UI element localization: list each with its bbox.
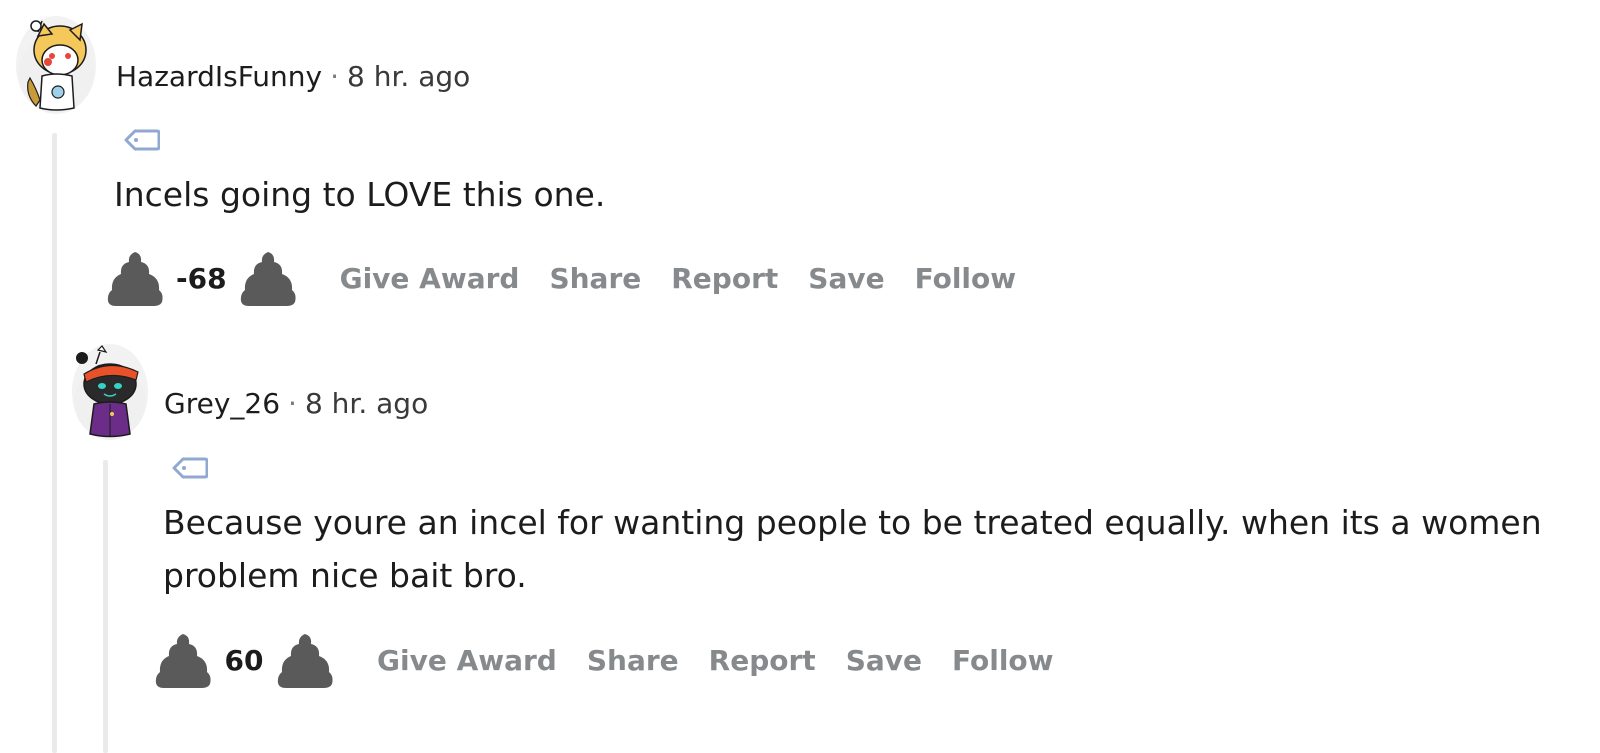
report-button[interactable]: Report bbox=[694, 644, 831, 677]
save-button[interactable]: Save bbox=[831, 644, 937, 677]
snoo-avatar-dog-costume-icon bbox=[18, 20, 94, 112]
comment-meta: Grey_26 · 8 hr. ago bbox=[164, 387, 428, 421]
user-avatar[interactable] bbox=[72, 344, 148, 440]
share-button[interactable]: Share bbox=[534, 262, 656, 295]
give-award-button[interactable]: Give Award bbox=[325, 262, 535, 295]
comment-action-bar: -68 Give Award Share Report Save Follow bbox=[104, 246, 1031, 310]
comment-action-bar: 60 Give Award Share Report Save Follow bbox=[152, 628, 1069, 692]
vote-score: -68 bbox=[176, 261, 227, 295]
tag-icon[interactable] bbox=[124, 129, 161, 151]
follow-button[interactable]: Follow bbox=[900, 262, 1032, 295]
meta-separator: · bbox=[330, 60, 339, 93]
tag-icon[interactable] bbox=[172, 457, 209, 479]
report-button[interactable]: Report bbox=[656, 262, 793, 295]
downvote-icon[interactable] bbox=[237, 248, 299, 308]
thread-line[interactable] bbox=[52, 133, 57, 753]
thread-line-nested[interactable] bbox=[103, 460, 108, 753]
user-avatar[interactable] bbox=[16, 16, 96, 114]
upvote-icon[interactable] bbox=[104, 248, 166, 308]
share-button[interactable]: Share bbox=[572, 644, 694, 677]
downvote-icon[interactable] bbox=[274, 630, 336, 690]
comment-body: Incels going to LOVE this one. bbox=[114, 175, 606, 214]
follow-button[interactable]: Follow bbox=[937, 644, 1069, 677]
vote-score: 60 bbox=[224, 643, 264, 677]
comment-timestamp[interactable]: 8 hr. ago bbox=[347, 60, 470, 93]
meta-separator: · bbox=[288, 387, 297, 420]
comment-author[interactable]: Grey_26 bbox=[164, 387, 280, 420]
comment-meta: HazardIsFunny · 8 hr. ago bbox=[116, 60, 470, 94]
snoo-avatar-dark-orange-bandana-icon bbox=[74, 345, 146, 438]
comment-timestamp[interactable]: 8 hr. ago bbox=[305, 387, 428, 420]
upvote-icon[interactable] bbox=[152, 630, 214, 690]
comment-body: Because youre an incel for wanting peopl… bbox=[163, 503, 1542, 595]
give-award-button[interactable]: Give Award bbox=[362, 644, 572, 677]
save-button[interactable]: Save bbox=[793, 262, 899, 295]
comment-author[interactable]: HazardIsFunny bbox=[116, 60, 322, 93]
